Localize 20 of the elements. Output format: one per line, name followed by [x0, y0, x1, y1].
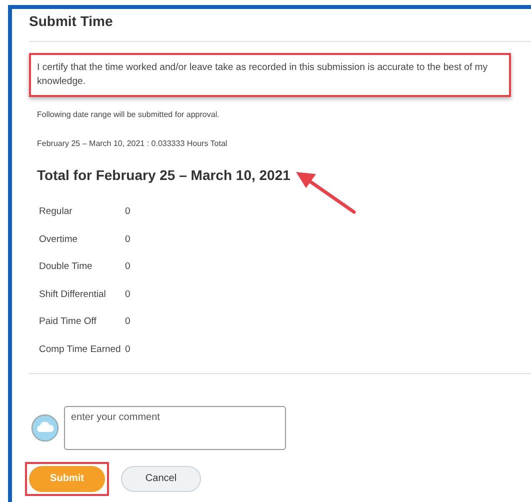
hours-label: Regular	[39, 206, 74, 217]
hours-value: 0	[125, 344, 130, 354]
hours-value: 0	[125, 206, 130, 217]
info-text: Following date range will be submitted for approval.	[37, 110, 220, 119]
info-text: February 25 – March 10, 2021 : 0.033333 Hours Total	[37, 139, 228, 148]
certification-text: I certify that the time worked and/or leave take as recorded in this submission is accurate to the best of my knowledge.	[29, 53, 511, 97]
hours-label: Comp Time Earned	[39, 344, 122, 354]
hours-label: Paid Time Off	[39, 316, 98, 327]
hours-value: 0	[125, 261, 130, 272]
comment-field[interactable]: enter your comment	[64, 406, 286, 450]
hours-value: 0	[125, 316, 130, 327]
hours-label: Overtime	[39, 234, 79, 244]
dialog-title: Submit Time	[29, 13, 114, 29]
hours-value: 0	[125, 288, 130, 300]
hours-label: Double Time	[39, 261, 94, 272]
total-heading: Total for February 25 – March 10, 2021	[37, 167, 290, 183]
cloud-avatar-icon	[31, 414, 59, 442]
hours-value: 0	[125, 234, 130, 244]
cancel-button[interactable]: Cancel	[121, 466, 201, 492]
hours-label: Shift Differential	[39, 288, 107, 300]
